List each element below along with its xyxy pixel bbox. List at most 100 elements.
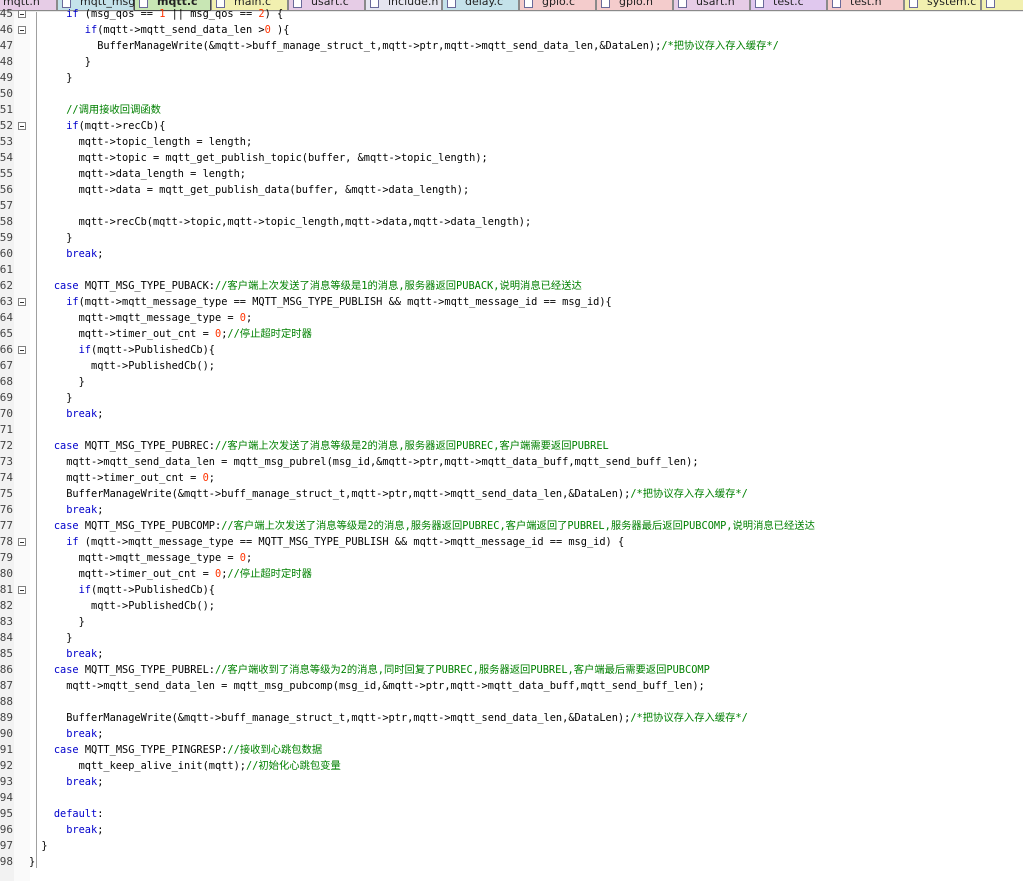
code-token: ;	[97, 504, 104, 516]
code-line: 71	[0, 422, 1023, 438]
code-token: }	[29, 392, 73, 404]
fold-toggle-icon[interactable]	[18, 122, 26, 130]
code-text: mqtt->mqtt_send_data_len = mqtt_msg_pubr…	[29, 454, 698, 470]
code-token: MQTT_MSG_TYPE_PUBREC:	[78, 440, 216, 452]
line-number: 86	[0, 663, 13, 676]
line-number: 52	[0, 119, 13, 132]
code-text: case MQTT_MSG_TYPE_PUBCOMP://客户端上次发送了消息等…	[29, 518, 815, 534]
code-token: mqtt->mqtt_message_type =	[29, 552, 240, 564]
code-line: 56 mqtt->data = mqtt_get_publish_data(bu…	[0, 182, 1023, 198]
line-number: 96	[0, 823, 13, 836]
code-token: || msg_qos ==	[165, 8, 259, 20]
code-line: 91 case MQTT_MSG_TYPE_PINGRESP://接收到心跳包数…	[0, 742, 1023, 758]
code-token: mqtt->timer_out_cnt =	[29, 472, 203, 484]
line-number: 59	[0, 231, 13, 244]
line-number: 77	[0, 519, 13, 532]
code-token: }	[29, 376, 85, 388]
line-number: 51	[0, 103, 13, 116]
code-line: 85 break;	[0, 646, 1023, 662]
line-number: 71	[0, 423, 13, 436]
line-number: 76	[0, 503, 13, 516]
line-number: 70	[0, 407, 13, 420]
fold-toggle-icon[interactable]	[18, 298, 26, 306]
code-token: (mqtt->mqtt_message_type == MQTT_MSG_TYP…	[78, 536, 625, 548]
code-token: (msg_qos ==	[78, 8, 160, 20]
code-line: 79 mqtt->mqtt_message_type = 0;	[0, 550, 1023, 566]
code-line: 63 if(mqtt->mqtt_message_type == MQTT_MS…	[0, 294, 1023, 310]
code-text: mqtt->timer_out_cnt = 0;	[29, 470, 215, 486]
code-token: }	[29, 840, 48, 852]
fold-toggle-icon[interactable]	[18, 586, 26, 594]
code-token: ;	[97, 728, 104, 740]
code-text: }	[29, 54, 91, 70]
comment-token: /*把协议存入存入缓存*/	[661, 40, 779, 52]
keyword-token: case	[53, 664, 79, 676]
code-line: 83 }	[0, 614, 1023, 630]
code-text: if(mqtt->mqtt_send_data_len >0 ){	[29, 22, 290, 38]
code-line: 81 if(mqtt->PublishedCb){	[0, 582, 1023, 598]
code-token: (mqtt->recCb){	[78, 120, 166, 132]
code-token: mqtt->mqtt_message_type =	[29, 312, 240, 324]
code-line: 57	[0, 198, 1023, 214]
code-text: }	[29, 838, 48, 854]
code-token: MQTT_MSG_TYPE_PUBCOMP:	[78, 520, 222, 532]
fold-toggle-icon[interactable]	[18, 26, 26, 34]
keyword-token: case	[53, 520, 79, 532]
line-number: 49	[0, 71, 13, 84]
line-number: 81	[0, 583, 13, 596]
line-number: 80	[0, 567, 13, 580]
line-number: 58	[0, 215, 13, 228]
code-line: 61	[0, 262, 1023, 278]
code-text: case MQTT_MSG_TYPE_PUBACK://客户端上次发送了消息等级…	[29, 278, 582, 294]
line-number: 45	[0, 7, 13, 20]
keyword-token: if	[66, 536, 79, 548]
line-number: 64	[0, 311, 13, 324]
fold-toggle-icon[interactable]	[18, 10, 26, 18]
code-text: }	[29, 630, 72, 646]
code-line: 90 break;	[0, 726, 1023, 742]
code-token: BufferManageWrite(&mqtt->buff_manage_str…	[29, 40, 662, 52]
code-editor[interactable]: 45 if (msg_qos == 1 || msg_qos == 2) {46…	[0, 7, 1023, 881]
code-line: 55 mqtt->data_length = length;	[0, 166, 1023, 182]
keyword-token: break	[66, 648, 98, 660]
code-text: mqtt_keep_alive_init(mqtt);//初始化心跳包变量	[29, 758, 341, 774]
code-text: mqtt->topic = mqtt_get_publish_topic(buf…	[29, 150, 488, 166]
code-token: mqtt->data_length = length;	[29, 168, 246, 180]
code-line: 58 mqtt->recCb(mqtt->topic,mqtt->topic_l…	[0, 214, 1023, 230]
line-number: 55	[0, 167, 13, 180]
code-token: ) {	[264, 8, 284, 20]
code-token: MQTT_MSG_TYPE_PUBACK:	[78, 280, 216, 292]
code-token: }	[29, 72, 73, 84]
code-token: ){	[270, 24, 290, 36]
comment-token: //调用接收回调函数	[66, 104, 161, 116]
keyword-token: if	[66, 120, 79, 132]
code-text: mqtt->data = mqtt_get_publish_data(buffe…	[29, 182, 470, 198]
code-token: (mqtt->PublishedCb){	[91, 584, 216, 596]
line-number: 92	[0, 759, 13, 772]
code-text: case MQTT_MSG_TYPE_PUBREL://客户端收到了消息等级为2…	[29, 662, 710, 678]
code-line: 97 }	[0, 838, 1023, 854]
fold-toggle-icon[interactable]	[18, 538, 26, 546]
code-text: mqtt->timer_out_cnt = 0;//停止超时定时器	[29, 566, 312, 582]
code-token: mqtt->topic = mqtt_get_publish_topic(buf…	[29, 152, 488, 164]
line-number: 63	[0, 295, 13, 308]
code-line: 45 if (msg_qos == 1 || msg_qos == 2) {	[0, 6, 1023, 22]
code-text: }	[29, 390, 72, 406]
line-number: 73	[0, 455, 13, 468]
line-number: 94	[0, 791, 13, 804]
code-text: if(mqtt->mqtt_message_type == MQTT_MSG_T…	[29, 294, 612, 310]
code-text: }	[29, 614, 85, 630]
code-line: 46 if(mqtt->mqtt_send_data_len >0 ){	[0, 22, 1023, 38]
code-text: break;	[29, 774, 103, 790]
fold-toggle-icon[interactable]	[18, 346, 26, 354]
keyword-token: if	[78, 584, 92, 596]
